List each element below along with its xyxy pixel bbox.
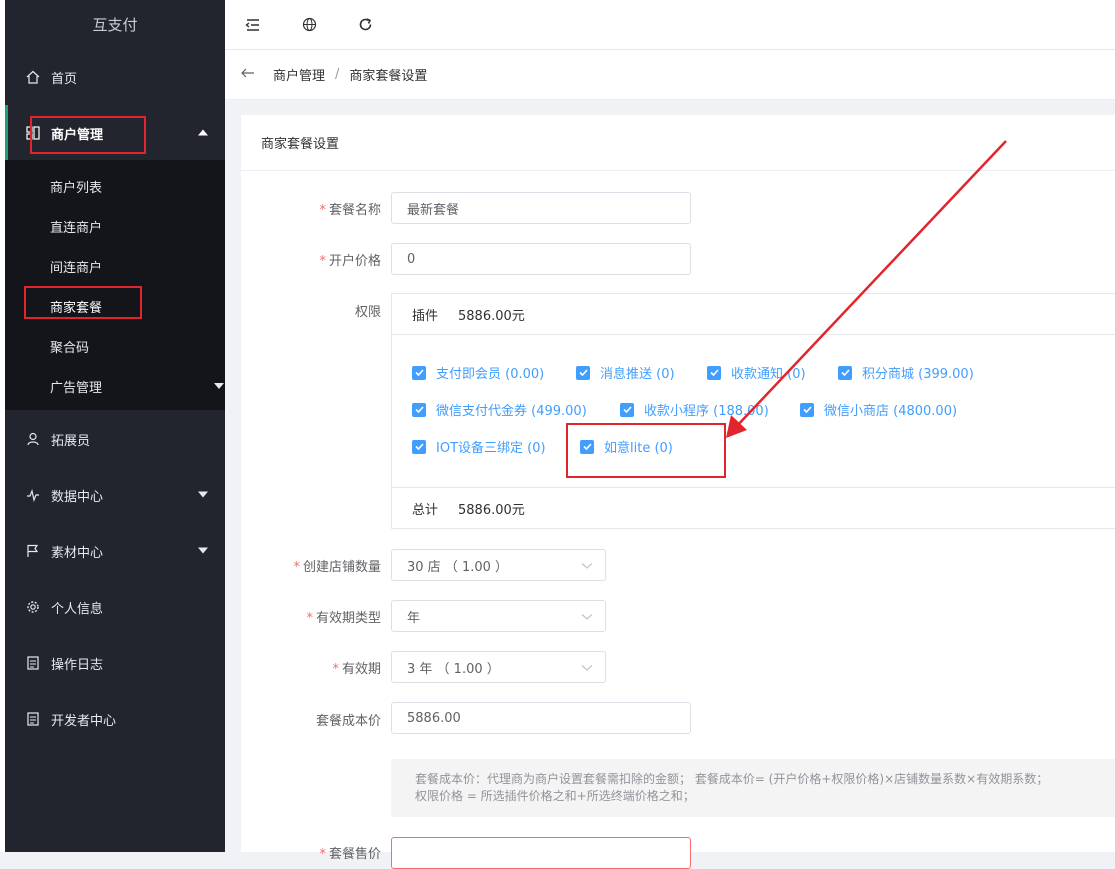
submenu-item-qrcode[interactable]: 聚合码: [50, 326, 89, 366]
open-price-input[interactable]: 0: [391, 243, 691, 275]
store-count-select[interactable]: 30 店 （ 1.00 ）: [391, 549, 606, 581]
sidebar-item-developer[interactable]: 开发者中心: [5, 691, 225, 747]
period-type-select[interactable]: 年: [391, 600, 606, 632]
plugin-header: 插件 5886.00元: [392, 294, 1115, 335]
sidebar-item-label: 数据中心: [51, 489, 104, 505]
total-value: 5886.00元: [458, 502, 525, 518]
breadcrumb-parent[interactable]: 商户管理: [273, 65, 325, 84]
refresh-icon[interactable]: [337, 0, 393, 50]
developer-icon: [25, 711, 41, 727]
sidebar-item-label: 素材中心: [51, 545, 104, 561]
package-name-input[interactable]: 最新套餐: [391, 192, 691, 224]
chevron-down-icon: [581, 661, 593, 676]
checkmark-icon: [412, 439, 426, 454]
brand-title: 互支付: [92, 15, 138, 34]
plugin-checkbox[interactable]: 收款通知 (0): [707, 363, 806, 382]
sale-price-label: * 套餐售价: [319, 847, 381, 862]
checkmark-icon: [707, 365, 721, 380]
plugin-checkbox[interactable]: 支付即会员 (0.00): [412, 363, 544, 382]
sidebar-item-log[interactable]: 操作日志: [5, 635, 225, 691]
total-label: 总计: [412, 502, 439, 518]
sidebar-item-label: 操作日志: [51, 657, 104, 673]
annotation-box-merchant: [30, 116, 146, 154]
checkmark-icon: [576, 365, 590, 380]
user-icon: [25, 431, 41, 447]
checkmark-icon: [838, 365, 852, 380]
plugin-header-total: 5886.00元: [458, 308, 525, 324]
sidebar-item-promoter[interactable]: 拓展员: [5, 411, 225, 467]
caret-down-icon: [197, 544, 209, 559]
breadcrumb: 商户管理 / 商家套餐设置: [225, 50, 1115, 100]
topbar: [225, 0, 1115, 50]
sidebar-item-home[interactable]: 首页: [5, 49, 225, 105]
sidebar-item-data[interactable]: 数据中心: [5, 467, 225, 523]
total-row: 总计 5886.00元: [391, 487, 1115, 529]
sale-price-input[interactable]: [391, 837, 691, 869]
submenu-item-direct[interactable]: 直连商户: [50, 206, 102, 246]
plugin-checkbox[interactable]: 微信小商店 (4800.00): [800, 400, 957, 419]
checkmark-icon: [412, 365, 426, 380]
permission-label: 权限: [354, 305, 381, 320]
checkmark-icon: [620, 402, 634, 417]
plugin-header-label: 插件: [412, 308, 439, 324]
package-name-label: * 套餐名称: [319, 203, 381, 218]
sidebar-item-material[interactable]: 素材中心: [5, 523, 225, 579]
submenu-merchant: 商户列表 直连商户 间连商户 商家套餐 聚合码 广告管理: [5, 160, 225, 410]
log-icon: [25, 655, 41, 671]
plugin-checkbox[interactable]: 微信支付代金券 (499.00): [412, 400, 587, 419]
checkmark-icon: [800, 402, 814, 417]
sidebar-item-label: 拓展员: [51, 433, 91, 449]
plugin-checkbox[interactable]: IOT设备三绑定 (0): [412, 437, 546, 456]
sidebar-item-label: 个人信息: [51, 601, 104, 617]
cost-tip: 套餐成本价：代理商为商户设置套餐需扣除的金额； 套餐成本价= (开户价格+权限价…: [391, 759, 1115, 817]
breadcrumb-separator: /: [335, 67, 340, 82]
period-label: * 有效期: [332, 662, 381, 677]
plugin-checkbox[interactable]: 收款小程序 (188.00): [620, 400, 769, 419]
submenu-item-ads[interactable]: 广告管理: [50, 366, 224, 406]
cost-price-input[interactable]: 5886.00: [391, 702, 691, 734]
checkmark-icon: [412, 402, 426, 417]
store-count-label: * 创建店铺数量: [293, 560, 381, 575]
home-icon: [25, 69, 41, 85]
plugin-checkbox[interactable]: 消息推送 (0): [576, 363, 675, 382]
sidebar-item-label: 开发者中心: [51, 713, 117, 729]
cost-price-label: 套餐成本价: [315, 714, 381, 729]
plugin-checkbox[interactable]: 积分商城 (399.00): [838, 363, 974, 382]
sidebar-item-profile[interactable]: 个人信息: [5, 579, 225, 635]
period-type-label: * 有效期类型: [306, 611, 381, 626]
caret-down-icon: [213, 379, 225, 394]
tip-line-1: 套餐成本价：代理商为商户设置套餐需扣除的金额； 套餐成本价= (开户价格+权限价…: [415, 772, 1049, 786]
chevron-down-icon: [581, 559, 593, 574]
tip-line-2: 权限价格 = 所选插件价格之和+所选终端价格之和；: [415, 789, 695, 803]
globe-icon[interactable]: [281, 0, 337, 50]
breadcrumb-current: 商家套餐设置: [349, 69, 428, 84]
caret-down-icon: [197, 488, 209, 503]
pulse-icon: [25, 487, 41, 503]
package-settings-card: 商家套餐设置 * 套餐名称 最新套餐 * 开户价格 0 权限 插件 5886.00元…: [241, 115, 1115, 869]
submenu-item-merchant-list[interactable]: 商户列表: [50, 166, 102, 206]
back-arrow-icon[interactable]: [241, 67, 255, 82]
sidebar: 互支付 首页 商户管理 商户列表 直连商户 间连商户 商家套餐 聚合码 广告管理…: [0, 0, 225, 852]
annotation-box-package: [24, 286, 142, 319]
open-price-label: * 开户价格: [319, 254, 381, 269]
sidebar-item-label: 首页: [51, 71, 78, 87]
annotation-box-ruyi: [566, 423, 726, 478]
collapse-menu-icon[interactable]: [225, 0, 281, 50]
card-title: 商家套餐设置: [241, 115, 1115, 171]
gear-icon: [25, 599, 41, 615]
chevron-down-icon: [581, 610, 593, 625]
period-select[interactable]: 3 年 （ 1.00 ）: [391, 651, 606, 683]
flag-icon: [25, 543, 41, 559]
caret-up-icon: [197, 126, 209, 141]
submenu-item-indirect[interactable]: 间连商户: [50, 246, 102, 286]
submenu-item-label: 广告管理: [50, 380, 103, 396]
